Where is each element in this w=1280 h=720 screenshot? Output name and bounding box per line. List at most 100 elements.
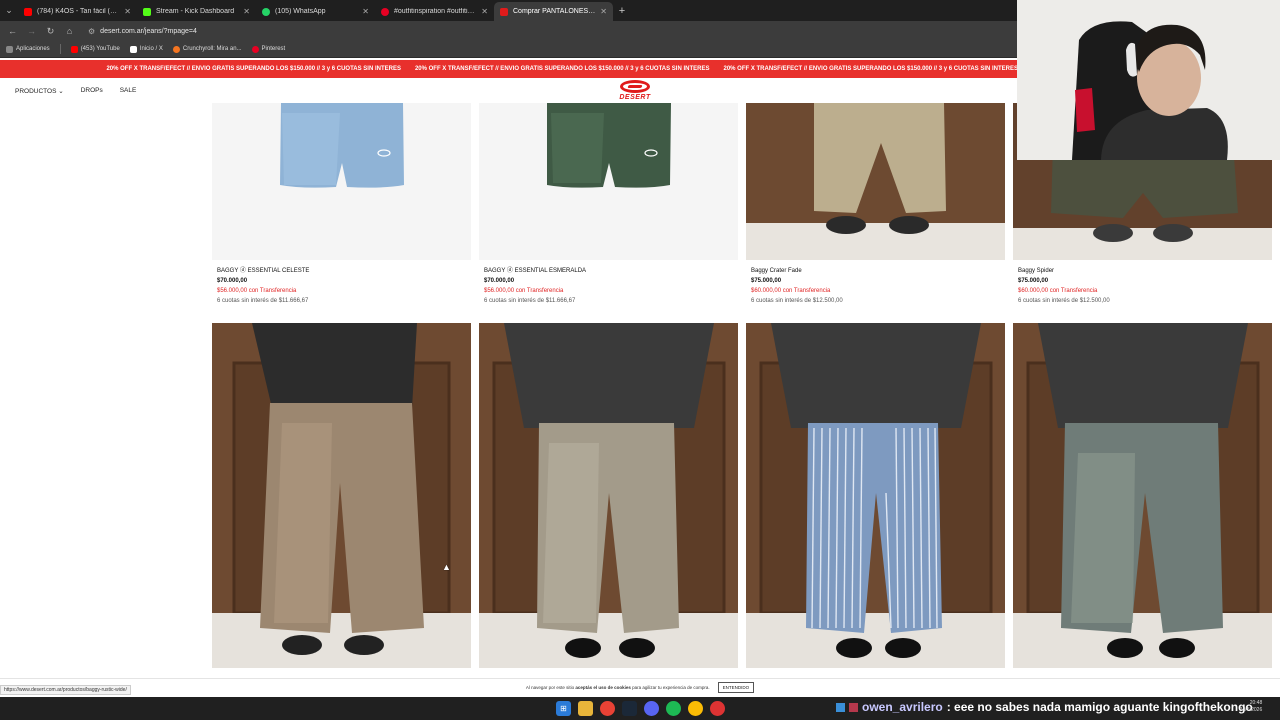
clock-date: 19/5/2026: [1240, 707, 1263, 713]
cookie-text-a: Al navegar por este sitio: [525, 685, 576, 690]
close-icon[interactable]: ✕: [481, 7, 488, 16]
browser-tab-youtube[interactable]: (784) K4OS - Tan fácil (Vide ✕: [18, 2, 137, 21]
cookie-text-c: para agilizar tu experiencia de compra.: [630, 685, 710, 690]
link-status-bar: https://www.desert.com.ar/productos/bagg…: [0, 685, 131, 695]
bookmark-label: Inicio / X: [139, 46, 163, 52]
nav-sale[interactable]: SALE: [120, 87, 137, 95]
pinterest-icon: [251, 45, 259, 53]
jeans-photo: [547, 103, 671, 188]
close-icon[interactable]: ✕: [362, 7, 369, 16]
product-image-celeste[interactable]: [212, 103, 471, 260]
tab-title: Comprar PANTALONES en Des: [513, 8, 595, 15]
reload-icon[interactable]: ↻: [46, 26, 55, 37]
product-installments: 6 cuotas sin interés de $12.500,00: [1018, 298, 1110, 304]
jeans-photo: [746, 103, 1005, 260]
product-info-crater-fade: Baggy Crater Fade $75.000,00 $60.000,00 …: [751, 266, 843, 306]
promo-text: 20% OFF X TRANSF/EFECT // ENVIO GRATIS S…: [723, 66, 1018, 72]
browser-tab-desert[interactable]: Comprar PANTALONES en Des ✕: [494, 2, 613, 21]
close-icon[interactable]: ✕: [243, 7, 250, 16]
product-installments: 6 cuotas sin interés de $11.666,67: [484, 298, 576, 304]
jeans-photo: [280, 103, 404, 188]
cookie-banner: Al navegar por este sitio aceptás el uso…: [0, 678, 1280, 696]
bookmark-apps[interactable]: Aplicaciones: [6, 45, 50, 53]
close-icon[interactable]: ✕: [124, 7, 131, 16]
tab-title: #outfitinspiration #outfitinspo: [394, 8, 477, 15]
product-installments: 6 cuotas sin interés de $11.666,67: [217, 298, 309, 304]
tab-search-icon[interactable]: ⌄: [0, 0, 18, 21]
bookmark-x[interactable]: Inicio / X: [129, 45, 163, 53]
close-icon[interactable]: ✕: [600, 7, 607, 16]
product-info-spider: Baggy Spider $75.000,00 $60.000,00 con T…: [1018, 266, 1110, 306]
app-icon[interactable]: [710, 701, 725, 716]
forward-icon[interactable]: →: [27, 26, 36, 36]
back-icon[interactable]: ←: [8, 26, 17, 36]
product-price: $70.000,00: [484, 278, 515, 284]
product-name[interactable]: Baggy Crater Fade: [751, 266, 843, 276]
product-price: $75.000,00: [751, 278, 782, 284]
product-name[interactable]: BAGGY ⓓ ESSENTIAL ESMERALDA: [484, 266, 586, 276]
bookmark-separator: [59, 44, 61, 54]
product-installments: 6 cuotas sin interés de $12.500,00: [751, 298, 843, 304]
file-explorer-icon[interactable]: [578, 701, 593, 716]
bookmark-youtube[interactable]: (453) YouTube: [70, 45, 120, 53]
pinterest-icon: [381, 7, 389, 16]
webcam-overlay: [1017, 0, 1280, 160]
url-text: desert.com.ar/jeans/?mpage=4: [100, 27, 197, 35]
youtube-icon: [70, 45, 78, 53]
url-field[interactable]: ⚙ desert.com.ar/jeans/?mpage=4: [88, 27, 197, 36]
product-name[interactable]: Baggy Spider: [1018, 266, 1110, 276]
nav-drops[interactable]: DROPs: [81, 87, 103, 95]
product-name[interactable]: BAGGY ⓓ ESSENTIAL CELESTE: [217, 266, 309, 276]
bookmark-label: (453) YouTube: [80, 46, 120, 52]
whatsapp-icon: [262, 7, 270, 16]
bookmark-crunchyroll[interactable]: Crunchyroll: Mira an...: [172, 45, 242, 53]
product-info-esmeralda: BAGGY ⓓ ESSENTIAL ESMERALDA $70.000,00 $…: [484, 266, 586, 306]
tab-title: (105) WhatsApp: [275, 8, 326, 15]
chat-badge-icon: [849, 702, 858, 712]
product-transfer-price: $56.000,00 con Transferencia: [217, 288, 297, 294]
youtube-icon: [24, 7, 32, 16]
browser-tab-whatsapp[interactable]: (105) WhatsApp ✕: [256, 2, 375, 21]
home-icon[interactable]: ⌂: [65, 26, 74, 36]
product-transfer-price: $56.000,00 con Transferencia: [484, 288, 564, 294]
model-jeans-photo: [212, 323, 471, 668]
spotify-icon[interactable]: [666, 701, 681, 716]
new-tab-button[interactable]: +: [613, 5, 631, 17]
product-transfer-price: $60.000,00 con Transferencia: [751, 288, 831, 294]
product-image-crater-fade[interactable]: [746, 103, 1005, 260]
bookmark-label: Pinterest: [261, 46, 286, 52]
tab-title: (784) K4OS - Tan fácil (Vide: [37, 8, 120, 15]
chrome-profile-icon[interactable]: [688, 701, 703, 716]
product-image-rustic-wide[interactable]: [212, 323, 471, 668]
product-price: $70.000,00: [217, 278, 248, 284]
cookie-text: Al navegar por este sitio aceptás el uso…: [526, 685, 710, 690]
bookmark-pinterest[interactable]: Pinterest: [251, 45, 286, 53]
cookie-accept-button[interactable]: ENTENDIDO: [717, 682, 755, 693]
crunchyroll-icon: [172, 45, 180, 53]
taskbar-icons: ⊞: [556, 701, 725, 716]
chat-badge-icon: [836, 702, 845, 712]
bookmark-label: Crunchyroll: Mira an...: [182, 46, 242, 52]
chevron-down-icon: ⌄: [58, 88, 64, 95]
browser-tab-pinterest[interactable]: #outfitinspiration #outfitinspo ✕: [375, 2, 494, 21]
chrome-icon[interactable]: [600, 701, 615, 716]
windows-start-icon[interactable]: ⊞: [556, 701, 571, 716]
chat-username: owen_avrilero: [862, 700, 943, 714]
desert-logo[interactable]: DESERT: [615, 80, 655, 102]
product-image-striped[interactable]: [746, 323, 1005, 668]
browser-tab-kick[interactable]: Stream - Kick Dashboard ✕: [137, 2, 256, 21]
nav-label: PRODUCTOS: [15, 88, 57, 95]
promo-text: 20% OFF X TRANSF/EFECT // ENVIO GRATIS S…: [106, 66, 401, 72]
clock-time: 20:48: [1249, 700, 1263, 706]
main-nav: PRODUCTOS ⌄ DROPs SALE: [15, 87, 136, 95]
desert-logo-mark: [620, 80, 650, 93]
product-info-celeste: BAGGY ⓓ ESSENTIAL CELESTE $70.000,00 $56…: [217, 266, 309, 306]
nav-productos[interactable]: PRODUCTOS ⌄: [15, 87, 64, 95]
x-logo-icon: [129, 45, 137, 53]
product-image-esmeralda[interactable]: [479, 103, 738, 260]
discord-icon[interactable]: [644, 701, 659, 716]
site-info-icon[interactable]: ⚙: [88, 27, 95, 36]
product-image-vintage-wash[interactable]: [1013, 323, 1272, 668]
product-image-light-wash[interactable]: [479, 323, 738, 668]
steam-icon[interactable]: [622, 701, 637, 716]
